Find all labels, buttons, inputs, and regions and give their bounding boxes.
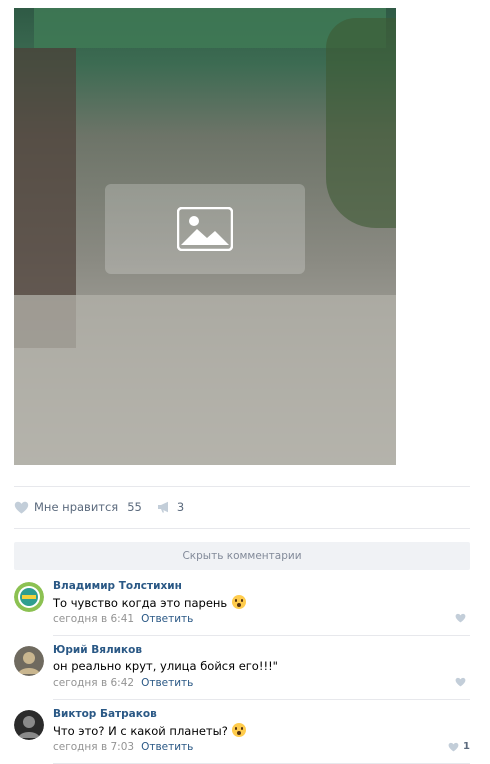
comment-item: Юрий Вяликов он реально крут, улица бойс… [14,644,470,696]
scream-emoji-icon [231,595,246,609]
comment-text: Что это? И с какой планеты? [53,724,228,738]
share-count: 3 [176,500,185,514]
comment-author[interactable]: Юрий Вяликов [53,644,142,656]
post-divider [14,486,470,487]
comment-like-button[interactable] [455,613,470,623]
comment-divider [53,699,470,700]
heart-icon [448,742,459,751]
comment-time[interactable]: сегодня в 7:03 [53,741,134,753]
comment-time[interactable]: сегодня в 6:42 [53,677,134,689]
comment-item: Владимир Толстихин То чувство когда это … [14,580,470,632]
hide-comments-button[interactable]: Скрыть комментарии [14,542,470,570]
comment-text: он реально крут, улица бойся его!!!" [53,659,278,673]
comment-like-button[interactable] [455,677,470,687]
comment-meta: сегодня в 7:03 Ответить [53,741,193,753]
like-button[interactable]: Мне нравится 55 [14,500,142,514]
like-label: Мне нравится [34,500,119,514]
avatar[interactable] [14,582,44,612]
megaphone-icon [157,501,168,513]
comment-like-button[interactable]: 1 [448,741,470,752]
heart-icon [14,501,29,513]
avatar[interactable] [14,646,44,676]
post-photo[interactable] [14,8,396,465]
actions-divider [14,528,470,529]
comment-like-count: 1 [463,741,470,752]
image-icon [177,207,233,251]
post-actions: Мне нравится 55 3 [14,499,184,515]
photo-sidewalk [14,295,396,465]
photo-placeholder [105,184,305,274]
comment-text-row: он реально крут, улица бойся его!!!" [53,659,278,673]
badge-avatar-icon [14,582,44,612]
reply-button[interactable]: Ответить [141,741,193,753]
comment-text-row: Что это? И с какой планеты? [53,723,247,738]
comment-meta: сегодня в 6:42 Ответить [53,677,193,689]
avatar[interactable] [14,710,44,740]
comment-item: Виктор Батраков Что это? И с какой плане… [14,708,470,760]
flushed-emoji-icon [232,723,247,737]
heart-icon [455,677,466,687]
comment-author[interactable]: Виктор Батраков [53,708,157,720]
comment-author[interactable]: Владимир Толстихин [53,580,182,592]
heart-icon [455,613,466,623]
user-avatar-icon [14,710,44,740]
comment-text-row: То чувство когда это парень [53,595,246,610]
photo-trees [326,18,396,228]
comment-meta: сегодня в 6:41 Ответить [53,613,193,625]
share-button[interactable]: 3 [157,500,184,514]
user-avatar-icon [14,646,44,676]
reply-button[interactable]: Ответить [141,613,193,625]
reply-button[interactable]: Ответить [141,677,193,689]
comment-time[interactable]: сегодня в 6:41 [53,613,134,625]
comment-text: То чувство когда это парень [53,596,228,610]
comment-divider [53,635,470,636]
like-count: 55 [127,500,142,514]
